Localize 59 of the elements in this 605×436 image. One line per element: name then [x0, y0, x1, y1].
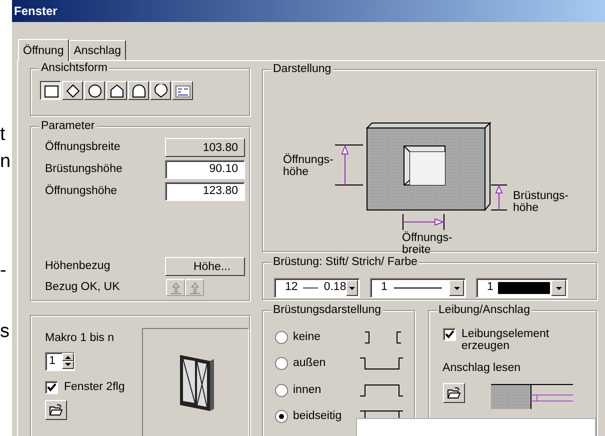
parapet-dimension	[490, 184, 508, 210]
caret-icon[interactable]	[348, 286, 356, 290]
group-title: Brüstung: Stift/ Strich/ Farbe	[271, 256, 420, 269]
option-label: beidseitig	[293, 408, 343, 424]
dropdown[interactable]: 12 0.18	[274, 278, 360, 298]
shape-button[interactable]	[40, 81, 61, 100]
checkbox[interactable]	[442, 328, 456, 341]
radio-button[interactable]	[275, 410, 288, 423]
parapet-symbol-icon	[359, 384, 404, 397]
dimension-label: Öffnungs- breite	[402, 232, 452, 256]
field-label: Öffnungshöhe	[45, 183, 118, 199]
option-label: innen	[293, 382, 322, 398]
group-title: Leibung/Anschlag	[436, 304, 532, 317]
field-label: Öffnungsbreite	[45, 139, 120, 155]
input-field[interactable]: 90.10	[165, 160, 245, 179]
width-dimension	[402, 214, 444, 230]
dimension-label: Brüstungs- höhe	[513, 190, 569, 214]
radio-button[interactable]	[275, 357, 288, 370]
group-title: Darstellung	[271, 63, 334, 76]
input-field[interactable]: 123.80	[165, 182, 245, 201]
field-label: Höhenbezug	[45, 258, 110, 274]
caret-icon[interactable]	[452, 286, 460, 290]
background-text: t	[0, 125, 6, 144]
dropdown[interactable]: 1	[476, 278, 568, 298]
spinner-field[interactable]: 1	[45, 352, 75, 371]
folder-icon	[446, 387, 461, 400]
line-sample-icon	[302, 286, 318, 290]
background-text: s	[0, 322, 10, 341]
field-label: Anschlag lesen	[442, 361, 522, 376]
option-label: keine	[293, 330, 322, 345]
open-folder-button[interactable]	[442, 383, 465, 404]
radio-button[interactable]	[275, 384, 288, 397]
line-sample-icon	[392, 286, 442, 290]
checkbox-label: Fenster 2flg	[64, 380, 125, 394]
arrow-up-icon[interactable]	[63, 354, 73, 360]
field-label: Brüstungshöhe	[45, 162, 122, 177]
radio-button[interactable]	[275, 331, 288, 344]
window-icon	[180, 355, 214, 412]
background-text: -	[0, 261, 8, 280]
parapet-symbol-icon	[359, 357, 404, 370]
option-label: außen	[293, 356, 327, 372]
dropdown[interactable]: 1	[370, 278, 466, 298]
folder-icon	[49, 404, 63, 416]
checkbox-label: Leibungselement erzeugen	[462, 328, 550, 352]
field-label: Bezug OK, UK	[45, 280, 121, 295]
background-text: n	[0, 152, 12, 171]
group-title: Brüstungsdarstellung	[271, 304, 384, 317]
value-button[interactable]: 103.80	[165, 138, 245, 157]
checkbox[interactable]	[45, 380, 58, 394]
tab[interactable]: Anschlag	[68, 40, 126, 60]
open-folder-button[interactable]	[45, 400, 67, 420]
arrow-down-icon[interactable]	[63, 362, 73, 368]
height-dimension	[334, 144, 364, 186]
caret-icon[interactable]	[554, 286, 562, 290]
window-title: Fenster	[14, 4, 58, 18]
dimension-label: Öffnungs- höhe	[283, 154, 334, 178]
field-label: Makro 1 bis n	[45, 331, 116, 346]
tab[interactable]: Öffnung	[18, 39, 69, 61]
hoehe-button[interactable]: Höhe...	[165, 256, 245, 276]
